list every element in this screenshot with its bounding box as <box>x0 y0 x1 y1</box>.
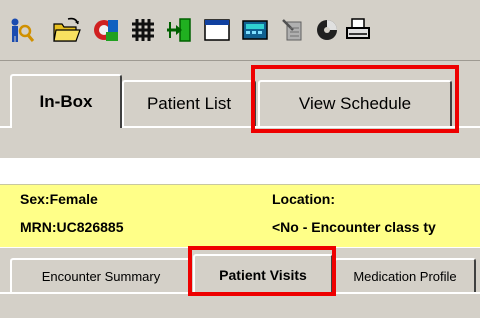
tab-patient-list-label: Patient List <box>146 94 232 113</box>
tab-patient-list[interactable]: Patient List <box>122 80 256 126</box>
highlight-box-patient-visits <box>188 246 336 296</box>
toolbar <box>0 0 480 61</box>
tab-encounter-summary[interactable]: Encounter Summary <box>10 258 192 292</box>
tab-in-box-label: In-Box <box>39 92 93 111</box>
tab-medication-profile[interactable]: Medication Profile <box>334 258 476 292</box>
document-edit-icon[interactable] <box>278 14 308 46</box>
patient-sex: Sex:Female <box>20 191 98 207</box>
separator-gap <box>0 158 480 184</box>
find-patient-icon[interactable] <box>6 14 36 46</box>
refresh-icon[interactable] <box>92 14 122 46</box>
tab-medication-profile-label: Medication Profile <box>353 268 457 284</box>
grid-icon[interactable] <box>128 14 158 46</box>
tab-encounter-summary-label: Encounter Summary <box>41 268 161 284</box>
tab-in-box[interactable]: In-Box <box>10 74 122 128</box>
open-folder-icon[interactable] <box>52 14 82 46</box>
encounter-class: <No - Encounter class ty <box>272 219 436 235</box>
patient-banner: Sex:Female Location: MRN:UC826885 <No - … <box>0 184 480 247</box>
calculator-icon[interactable] <box>240 14 270 46</box>
patient-location-label: Location: <box>272 191 335 207</box>
print-icon[interactable] <box>344 14 374 46</box>
highlight-box-view-schedule <box>251 65 459 133</box>
import-icon[interactable] <box>164 14 194 46</box>
window-icon[interactable] <box>202 14 232 46</box>
patient-mrn: MRN:UC826885 <box>20 219 124 235</box>
chart-icon[interactable] <box>312 14 342 46</box>
